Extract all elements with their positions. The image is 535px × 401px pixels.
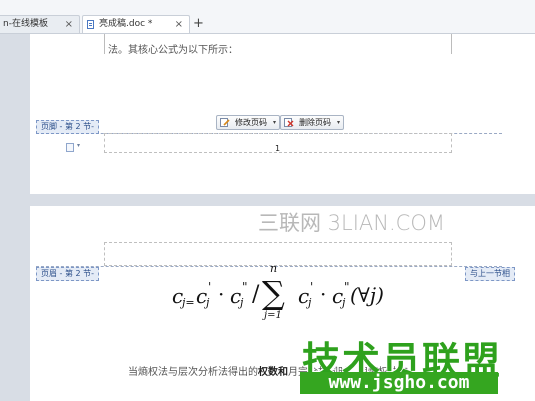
- edit-page-number-icon: [220, 118, 230, 127]
- formula-superscript: ': [310, 280, 314, 294]
- formula-operator: ·: [320, 282, 327, 306]
- document-page-1: [30, 34, 535, 194]
- body-text-bold: 权数和: [258, 367, 288, 378]
- formula-subscript: j=: [182, 296, 195, 309]
- formula-superscript: ": [344, 280, 350, 294]
- sanlian-watermark: 三联网 3LIAN.COM: [258, 211, 445, 235]
- sum-symbol: ∑: [262, 274, 285, 312]
- delete-page-number-icon: [284, 118, 294, 127]
- formula-superscript: ": [242, 280, 248, 294]
- header-boundary-line: [36, 266, 502, 267]
- formula-subscript: j: [308, 296, 312, 309]
- header-frame[interactable]: [104, 242, 452, 266]
- tab-online-template[interactable]: n-在线模板 ×: [0, 15, 80, 33]
- edit-page-number-label: 修改页码: [235, 118, 267, 127]
- close-icon[interactable]: ×: [175, 16, 183, 33]
- chevron-down-icon[interactable]: ▾: [77, 142, 80, 149]
- tab-document[interactable]: 亮成稿.doc * ×: [82, 15, 190, 33]
- footer-section-tag: 页脚 - 第 2 节-: [36, 120, 100, 134]
- new-tab-button[interactable]: +: [193, 15, 204, 32]
- formula-operator: /: [252, 282, 260, 307]
- jsgho-url-watermark: www.jsgho.com: [300, 372, 498, 394]
- crop-mark: [104, 34, 105, 54]
- header-section-tag: 页眉 - 第 2 节-: [36, 267, 100, 281]
- formula-subscript: j: [240, 296, 244, 309]
- crop-mark: [451, 34, 452, 54]
- tab-label: n-在线模板: [3, 19, 48, 29]
- formula-operator: ·: [218, 282, 225, 306]
- delete-page-number-label: 删除页码: [299, 118, 331, 127]
- body-text: 法。其核心公式为以下所示：: [108, 45, 238, 56]
- tab-bar: n-在线模板 × 亮成稿.doc * × +: [0, 0, 535, 34]
- link-to-previous-tag[interactable]: 与上一节相: [465, 267, 515, 281]
- edit-page-number-button[interactable]: 修改页码 ▾: [216, 115, 280, 130]
- formula-superscript: ': [208, 280, 212, 294]
- chevron-down-icon: ▾: [272, 119, 276, 126]
- body-text-part: 当熵权法与层次分析法得出的: [128, 367, 258, 378]
- entropy-weight-formula: c j= c j ' · c j " / n ∑ j=1 c j ' · c j…: [172, 262, 392, 328]
- formula-subscript: j: [206, 296, 210, 309]
- word-document-icon: [87, 20, 94, 29]
- formula-quantifier: (∀j): [350, 283, 384, 307]
- page-number[interactable]: 1: [275, 144, 280, 153]
- delete-page-number-button[interactable]: 删除页码 ▾: [280, 115, 344, 130]
- formula-subscript: j: [342, 296, 346, 309]
- chevron-down-icon: ▾: [336, 119, 340, 126]
- page-icon[interactable]: [66, 143, 74, 152]
- sum-lower-limit: j=1: [264, 310, 282, 321]
- tab-label: 亮成稿.doc *: [99, 19, 153, 29]
- close-icon[interactable]: ×: [65, 16, 73, 33]
